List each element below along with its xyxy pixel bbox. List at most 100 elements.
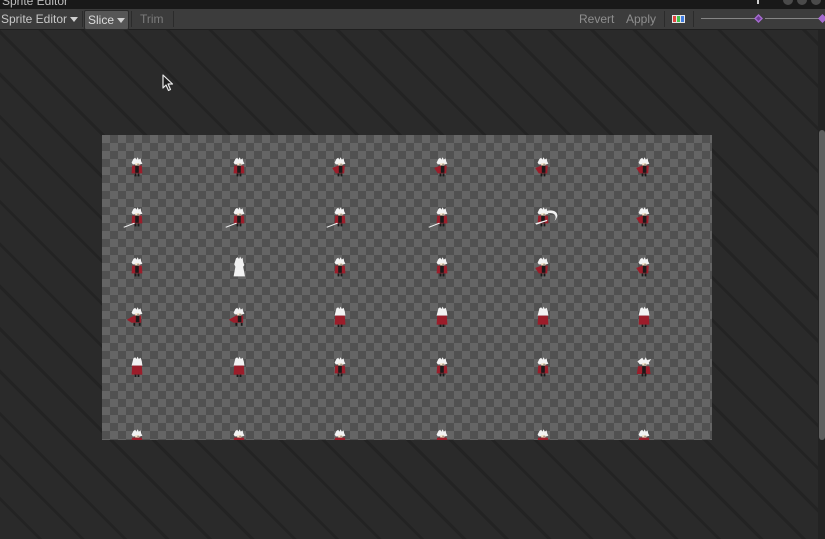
- toolbar-divider: [82, 11, 83, 27]
- sprite-frame[interactable]: [427, 421, 457, 440]
- sprite-frame[interactable]: [528, 199, 558, 237]
- sprite-frame[interactable]: [122, 149, 152, 187]
- sprite-frame[interactable]: [224, 199, 254, 237]
- slice-dropdown[interactable]: Slice: [84, 10, 130, 30]
- sprite-frame[interactable]: [122, 249, 152, 287]
- sprite-frame-art: [636, 207, 650, 227]
- sprite-frame-art: [228, 307, 245, 326]
- sprite-frame[interactable]: [224, 299, 254, 337]
- sprite-frame-art: [638, 429, 650, 440]
- sprite-editor-mode-label: Sprite Editor: [1, 12, 68, 26]
- sprite-frame[interactable]: [427, 249, 457, 287]
- sprite-frame-art: [428, 207, 448, 228]
- window-control-close[interactable]: [811, 0, 821, 5]
- sprite-frame-art: [436, 357, 448, 377]
- sprite-frame[interactable]: [528, 299, 558, 337]
- window-control-minimize[interactable]: [783, 0, 793, 5]
- sprite-frame[interactable]: [528, 349, 558, 387]
- sprite-frame-art: [233, 256, 245, 277]
- toolbar-divider: [131, 11, 132, 27]
- sprite-frame-art: [537, 429, 549, 440]
- vertical-scrollbar-thumb[interactable]: [819, 130, 825, 440]
- sprite-frame-art: [434, 157, 448, 177]
- sprite-frame-art: [537, 357, 549, 377]
- sprite-frame-art: [334, 306, 346, 327]
- caret-down-icon: [117, 18, 126, 24]
- mip-slider-thumb-icon[interactable]: [818, 14, 825, 23]
- sprite-frame[interactable]: [629, 349, 659, 387]
- toolbar-divider: [173, 11, 174, 27]
- sprite-frame-art: [334, 357, 346, 377]
- sprite-frame[interactable]: [629, 421, 659, 440]
- sprite-editor-mode-dropdown[interactable]: Sprite Editor: [1, 9, 79, 29]
- sprite-frame-art: [436, 306, 448, 327]
- toolbar-divider: [664, 11, 665, 27]
- sprite-frame[interactable]: [122, 421, 152, 440]
- sprite-frame-art: [123, 207, 143, 228]
- sprite-frame-art: [233, 356, 245, 377]
- sprite-frame[interactable]: [629, 199, 659, 237]
- sprite-frame-art: [131, 257, 143, 277]
- zoom-slider-thumb-icon[interactable]: [754, 14, 763, 23]
- sprite-frame[interactable]: [325, 421, 355, 440]
- sprite-editor-toolbar: Sprite Editor Slice Trim Revert Apply: [0, 9, 825, 30]
- vertical-scrollbar[interactable]: [818, 30, 825, 539]
- sprite-frame-art: [233, 429, 245, 440]
- sprite-frame[interactable]: [325, 249, 355, 287]
- sprite-frame[interactable]: [224, 249, 254, 287]
- trim-button[interactable]: Trim: [140, 9, 164, 29]
- sprite-frame[interactable]: [325, 149, 355, 187]
- sprite-frame[interactable]: [224, 349, 254, 387]
- window-title: Sprite Editor: [2, 0, 69, 8]
- sprite-frame[interactable]: [427, 149, 457, 187]
- mouse-pointer-icon: [162, 74, 174, 92]
- sprite-frame[interactable]: [427, 349, 457, 387]
- sprite-frame[interactable]: [528, 249, 558, 287]
- apply-button[interactable]: Apply: [626, 9, 656, 29]
- sprite-frame[interactable]: [122, 299, 152, 337]
- sprite-frame[interactable]: [325, 199, 355, 237]
- sprite-frame[interactable]: [122, 199, 152, 237]
- caret-down-icon: [70, 17, 79, 23]
- sprite-sheet-texture[interactable]: [102, 135, 712, 440]
- kebab-menu-icon[interactable]: [757, 0, 759, 4]
- sprite-frame-art: [436, 429, 448, 440]
- sprite-frame[interactable]: [528, 149, 558, 187]
- window-control-maximize[interactable]: [797, 0, 807, 5]
- sprite-frame[interactable]: [629, 149, 659, 187]
- sprite-frame-art: [334, 429, 346, 440]
- sprite-frame-art: [537, 306, 549, 327]
- toolbar-divider: [693, 11, 694, 27]
- sprite-frame[interactable]: [629, 299, 659, 337]
- sprite-frame[interactable]: [224, 421, 254, 440]
- sprite-frame-art: [535, 207, 558, 227]
- slice-label: Slice: [88, 13, 115, 27]
- sprite-frame-art: [535, 157, 549, 177]
- rgb-channel-icon[interactable]: [672, 15, 685, 23]
- sprite-frame[interactable]: [528, 421, 558, 440]
- window-title-bar: Sprite Editor: [0, 0, 825, 9]
- sprite-frame-art: [535, 257, 549, 277]
- revert-button[interactable]: Revert: [579, 9, 614, 29]
- sprite-frame[interactable]: [427, 299, 457, 337]
- sprite-frame[interactable]: [122, 349, 152, 387]
- sprite-frame-art: [636, 357, 652, 377]
- zoom-slider-track[interactable]: [701, 18, 756, 19]
- sprite-frame-art: [126, 307, 143, 326]
- sprite-frame[interactable]: [325, 299, 355, 337]
- sprite-frame-art: [233, 157, 245, 177]
- mip-slider-track[interactable]: [765, 18, 819, 19]
- sprite-frame-art: [436, 257, 448, 277]
- window-controls: [783, 0, 821, 5]
- sprite-frame[interactable]: [427, 199, 457, 237]
- sprite-frame-art: [334, 257, 346, 277]
- sprite-frame-art: [638, 306, 650, 327]
- sprite-frame-art: [326, 207, 346, 228]
- sprite-frame-art: [636, 257, 650, 277]
- sprite-frame-art: [332, 157, 346, 177]
- sprite-frame[interactable]: [325, 349, 355, 387]
- sprite-frame[interactable]: [224, 149, 254, 187]
- sprite-frame-art: [636, 157, 650, 177]
- sprite-frame[interactable]: [629, 249, 659, 287]
- sprite-frame-art: [131, 429, 143, 440]
